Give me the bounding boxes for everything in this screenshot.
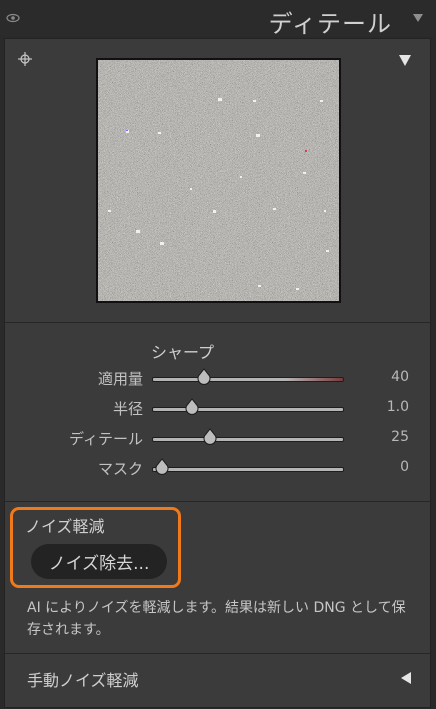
noise-reduction-description: AI によりノイズを軽減します。結果は新しい DNG として保存されます。 [27, 600, 406, 638]
triangle-down-icon[interactable] [412, 13, 424, 23]
slider-track[interactable] [152, 467, 344, 472]
crosshair-icon[interactable] [17, 51, 33, 67]
slider-amount: 適用量 40 [5, 364, 430, 394]
slider-masking: マスク 0 [5, 454, 430, 484]
slider-value[interactable]: 0 [400, 459, 409, 475]
detail-panel: シャープ 適用量 40 半径 1.0 ディテール 25 マスク 0 ノイズ軽減 … [4, 38, 431, 708]
slider-thumb[interactable] [185, 398, 199, 415]
slider-thumb[interactable] [155, 458, 169, 475]
panel-header[interactable]: ディテール [0, 0, 436, 38]
noise-reduction-heading: ノイズ軽減 [25, 517, 105, 536]
denoise-button[interactable]: ノイズ除去... [31, 544, 167, 579]
slider-value[interactable]: 40 [391, 369, 409, 385]
manual-noise-reduction-row[interactable]: 手動ノイズ軽減 [5, 653, 430, 703]
divider [5, 501, 430, 502]
preview-zone [5, 39, 430, 322]
slider-label: マスク [97, 460, 143, 478]
slider-thumb[interactable] [203, 428, 217, 445]
triangle-down-icon[interactable] [398, 53, 412, 67]
slider-track[interactable] [152, 437, 344, 442]
detail-preview-image[interactable] [96, 58, 341, 303]
sharpen-section-title: シャープ [151, 343, 215, 362]
slider-detail: ディテール 25 [5, 424, 430, 454]
noise-reduction-section: ノイズ軽減 ノイズ除去... AI によりノイズを軽減します。結果は新しい DN… [5, 503, 430, 653]
slider-label: 適用量 [97, 370, 143, 388]
divider [5, 322, 430, 323]
eye-icon[interactable] [6, 11, 20, 25]
slider-radius: 半径 1.0 [5, 394, 430, 424]
slider-track[interactable] [152, 377, 344, 382]
panel-title: ディテール [268, 10, 392, 38]
slider-thumb[interactable] [197, 368, 211, 385]
slider-value[interactable]: 25 [391, 429, 409, 445]
slider-value[interactable]: 1.0 [387, 399, 409, 415]
slider-label: 半径 [112, 400, 143, 418]
noise-texture [98, 60, 339, 301]
triangle-left-icon[interactable] [400, 671, 412, 685]
slider-track[interactable] [152, 407, 344, 412]
slider-label: ディテール [69, 430, 143, 448]
manual-noise-reduction-label: 手動ノイズ軽減 [27, 671, 139, 690]
